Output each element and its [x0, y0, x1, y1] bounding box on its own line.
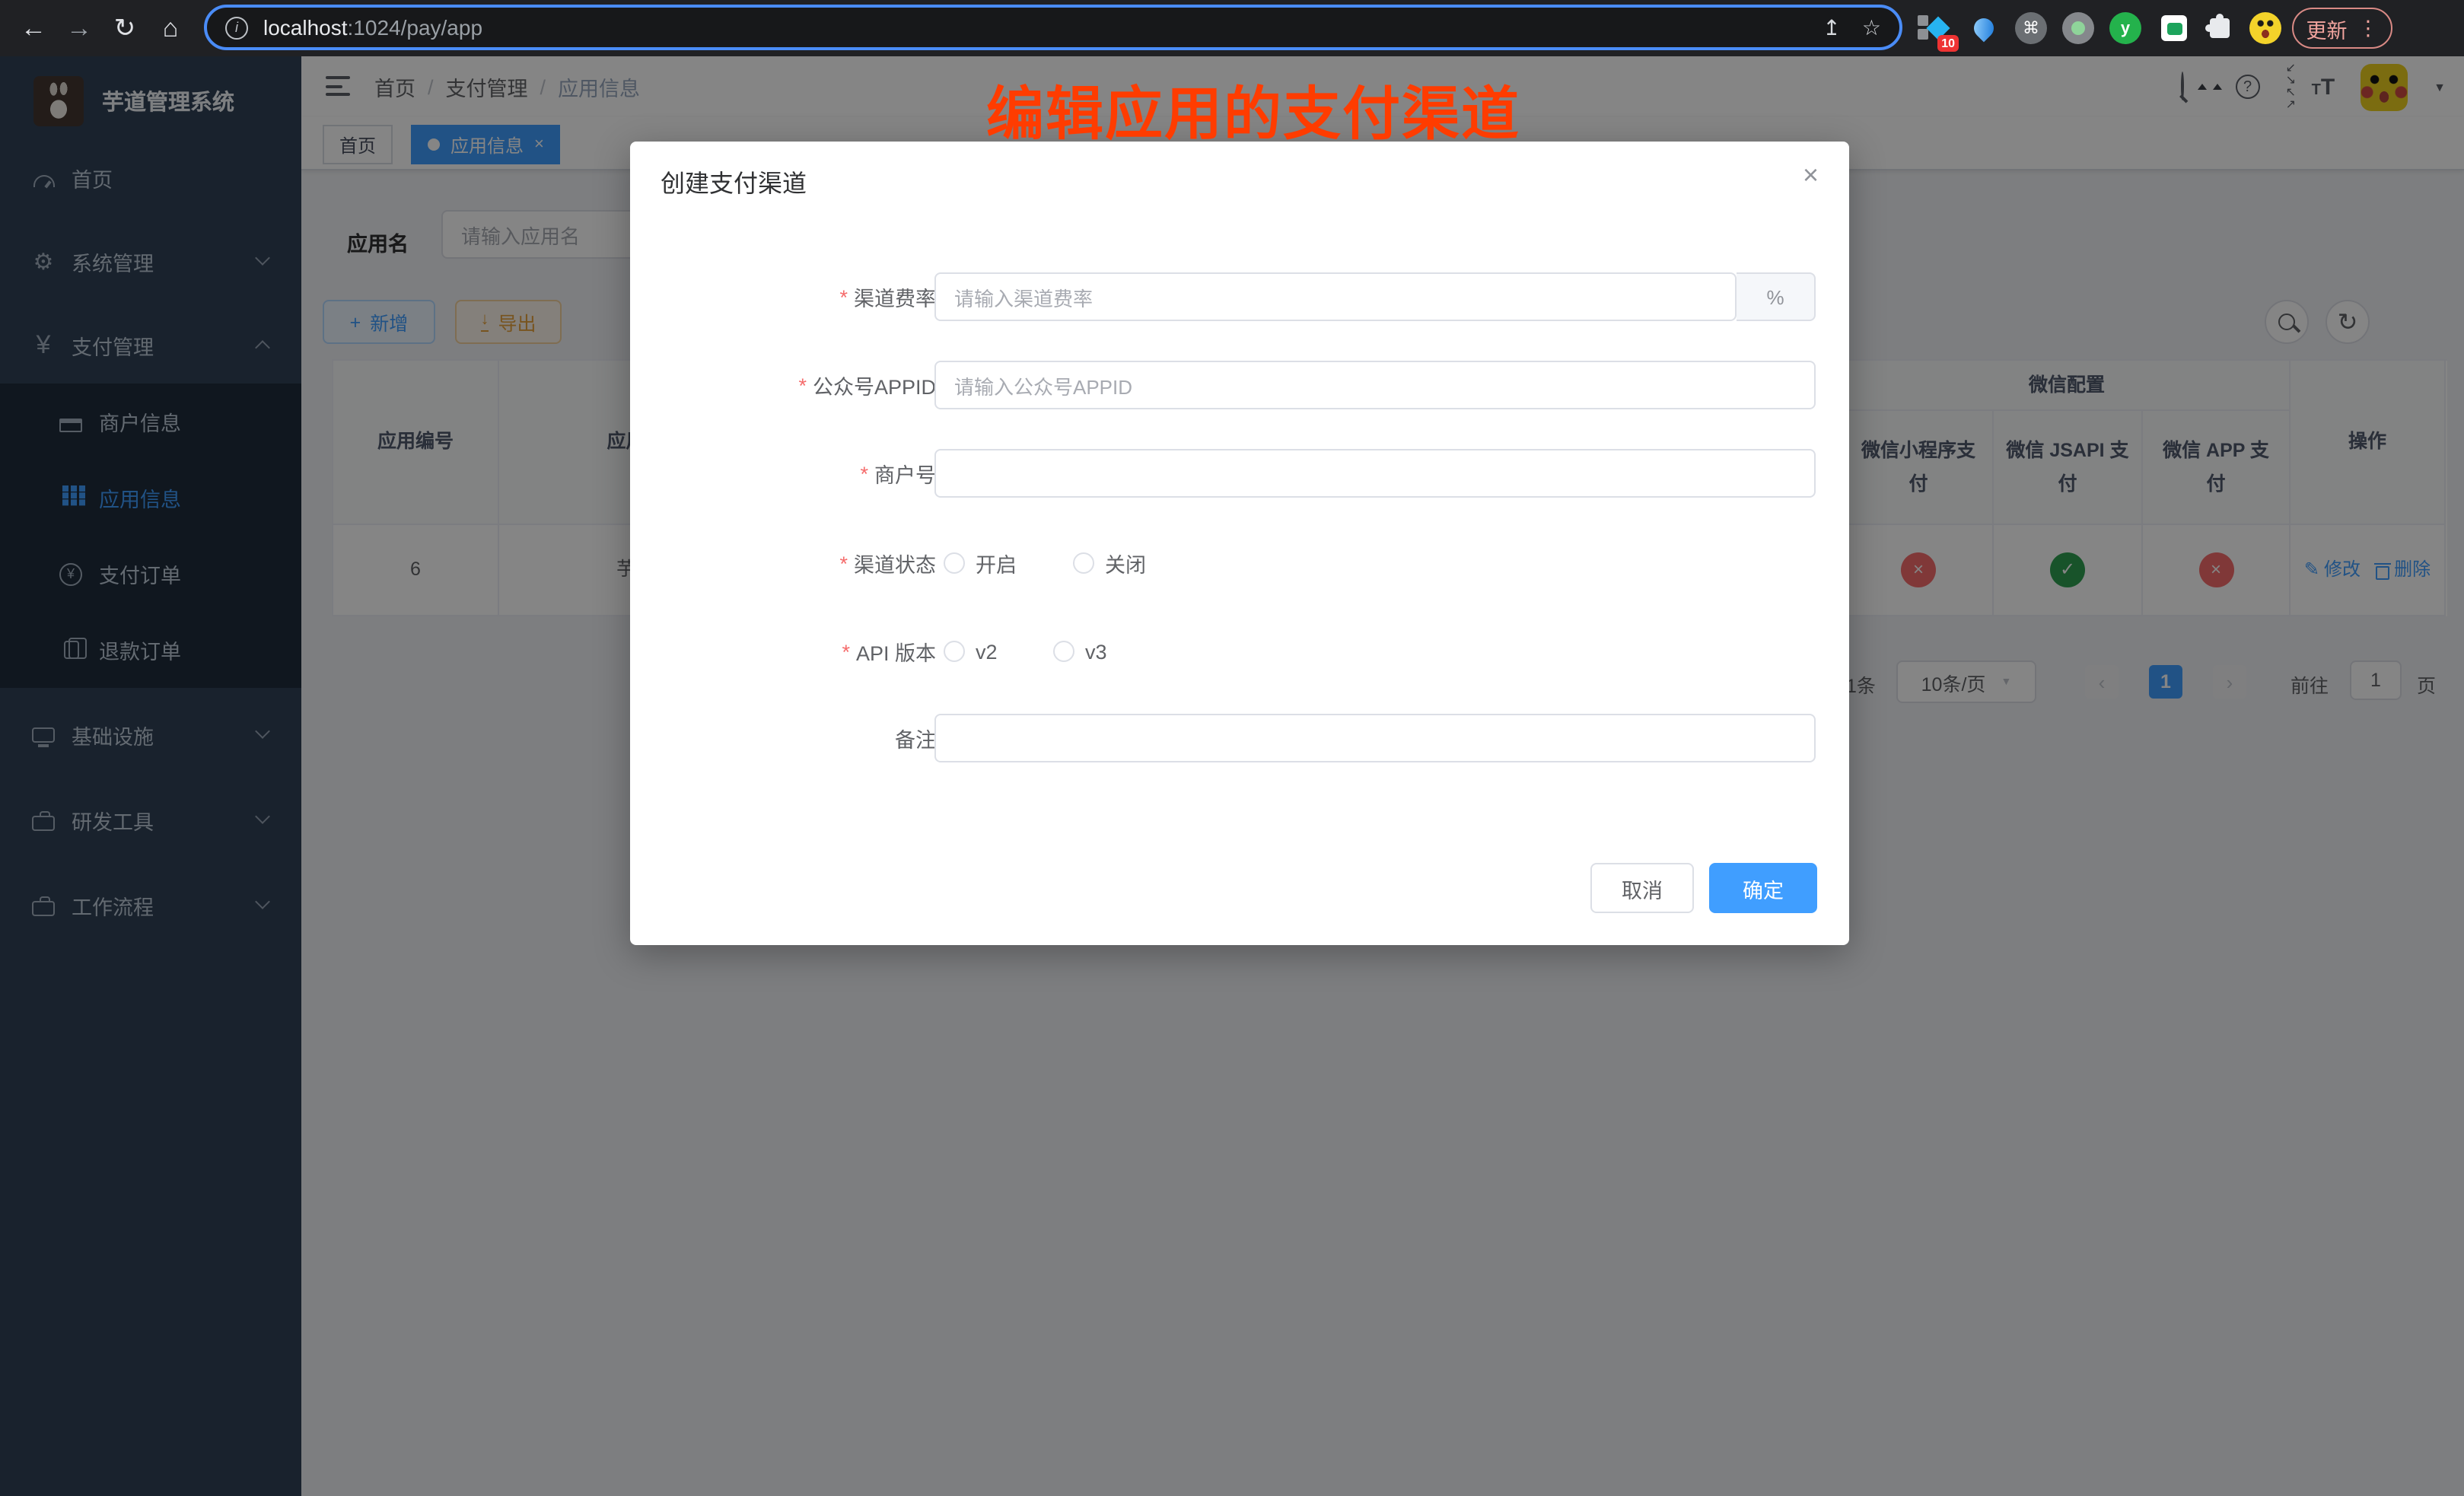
emoji-avatar-glyph [2249, 12, 2281, 44]
merchant-label: *商户号 [860, 449, 936, 498]
radio-icon [1053, 641, 1074, 662]
merchant-input[interactable] [934, 449, 1816, 498]
dialog-title: 创建支付渠道 [661, 163, 807, 199]
placeholder-text: 请输入渠道费率 [954, 282, 1093, 311]
percent-suffix: % [1737, 272, 1816, 321]
appid-input[interactable]: 请输入公众号APPID [934, 361, 1816, 409]
radio-icon [944, 552, 965, 574]
field-merchant: *商户号 [630, 449, 1849, 498]
browser-back-icon[interactable]: ← [12, 0, 55, 56]
chat-glyph [2161, 15, 2187, 41]
browser-chrome: ← → ↻ ⌂ i localhost:1024/pay/app ↥ ☆ 10 … [0, 0, 2464, 56]
browser-update-button[interactable]: 更新 ⋮ [2292, 8, 2392, 49]
radio-status-open[interactable]: 开启 [944, 539, 1017, 587]
extension-pin-icon[interactable] [1965, 9, 2003, 47]
field-appid: *公众号APPID 请输入公众号APPID [630, 361, 1849, 409]
radio-api-v3[interactable]: v3 [1053, 627, 1107, 676]
record-glyph [2062, 12, 2094, 44]
radio-icon [1073, 552, 1094, 574]
remark-input[interactable] [934, 714, 1816, 762]
field-remark: 备注 [630, 714, 1849, 762]
address-bar[interactable]: i localhost:1024/pay/app ↥ ☆ [204, 5, 1902, 50]
url-text: localhost:1024/pay/app [263, 15, 482, 40]
annotation-text: 编辑应用的支付渠道 [986, 67, 1520, 151]
extensions-puzzle-icon[interactable] [2201, 9, 2239, 47]
api-version-label: *API 版本 [842, 627, 936, 676]
bookmark-star-icon[interactable]: ☆ [1862, 14, 1881, 40]
radio-api-v2[interactable]: v2 [944, 627, 998, 676]
site-info-icon[interactable]: i [225, 16, 248, 39]
app-page: 芋道管理系统 首页 ⚙ 系统管理 ¥ 支付管理 商户信息 [0, 56, 2464, 1496]
remark-label: 备注 [895, 714, 936, 762]
rate-input[interactable]: 请输入渠道费率 [934, 272, 1737, 321]
y-glyph: y [2109, 12, 2141, 44]
share-icon[interactable]: ↥ [1823, 14, 1840, 40]
update-label: 更新 [2306, 13, 2348, 43]
create-pay-channel-dialog: 创建支付渠道 × *渠道费率 请输入渠道费率 % *公众号APPID 请输入公众… [630, 142, 1849, 945]
extension-chat-icon[interactable] [2155, 9, 2193, 47]
extension-tabs-icon[interactable]: 10 [1915, 9, 1953, 47]
browser-menu-dots-icon[interactable]: ⋮ [2358, 16, 2379, 40]
extension-badge: 10 [1937, 35, 1959, 52]
browser-reload-icon[interactable]: ↻ [103, 0, 146, 56]
rate-label: *渠道费率 [839, 272, 936, 321]
balloon-glyph [1970, 14, 1998, 43]
screen: ← → ↻ ⌂ i localhost:1024/pay/app ↥ ☆ 10 … [0, 0, 2464, 1496]
extension-command-icon[interactable]: ⌘ [2012, 9, 2050, 47]
appid-label: *公众号APPID [798, 361, 936, 409]
browser-forward-icon[interactable]: → [58, 0, 100, 56]
field-api-version: *API 版本 v2 v3 [630, 627, 1849, 676]
status-label: *渠道状态 [839, 539, 936, 587]
browser-home-icon[interactable]: ⌂ [149, 0, 192, 56]
puzzle-glyph [2210, 18, 2230, 38]
browser-profile-avatar[interactable] [2246, 9, 2284, 47]
field-rate: *渠道费率 请输入渠道费率 % [630, 272, 1849, 321]
dialog-close-icon[interactable]: × [1803, 160, 1819, 192]
cancel-button[interactable]: 取消 [1590, 863, 1694, 913]
radio-icon [944, 641, 965, 662]
extension-y-icon[interactable]: y [2106, 9, 2144, 47]
placeholder-text: 请输入公众号APPID [954, 371, 1132, 399]
field-status: *渠道状态 开启 关闭 [630, 539, 1849, 587]
confirm-button[interactable]: 确定 [1709, 863, 1817, 913]
radio-status-closed[interactable]: 关闭 [1073, 539, 1146, 587]
extension-record-icon[interactable] [2059, 9, 2097, 47]
command-glyph: ⌘ [2015, 12, 2047, 44]
